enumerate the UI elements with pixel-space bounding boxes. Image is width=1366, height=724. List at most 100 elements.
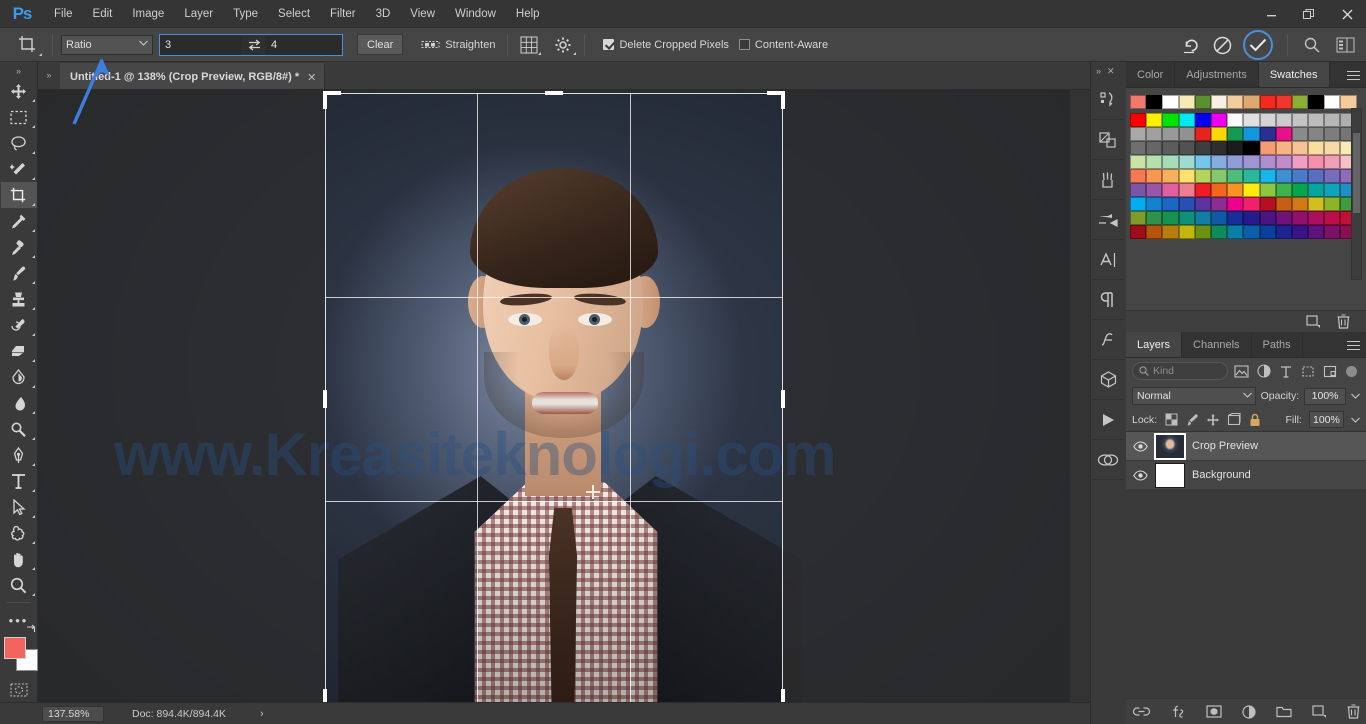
swatch-9-5[interactable] (1210, 225, 1228, 239)
swatch-3-11[interactable] (1308, 141, 1325, 155)
swatch-8-9[interactable] (1275, 211, 1292, 225)
swatch-2-3[interactable] (1178, 127, 1195, 141)
crop-selection-box[interactable] (323, 91, 785, 702)
swatch-2-0[interactable] (1130, 127, 1147, 141)
swatch-9-4[interactable] (1194, 225, 1211, 239)
swatch-2-5[interactable] (1210, 127, 1228, 141)
document-tab[interactable]: Untitled-1 @ 138% (Crop Preview, RGB/8#)… (60, 63, 326, 89)
rail-paragraph-button[interactable] (1091, 280, 1125, 320)
new-group-icon[interactable] (1275, 705, 1292, 718)
clear-ratio-button[interactable]: Clear (357, 34, 404, 55)
swatch-6-4[interactable] (1194, 183, 1211, 197)
rail-styles-button[interactable] (1091, 160, 1125, 200)
swatch-recent-3[interactable] (1178, 95, 1195, 109)
swatch-2-2[interactable] (1162, 127, 1179, 141)
swatch-5-1[interactable] (1146, 169, 1163, 183)
status-expand-icon[interactable]: › (260, 708, 264, 720)
swatch-recent-11[interactable] (1308, 95, 1325, 109)
crop-handle-left-middle[interactable] (323, 390, 327, 408)
commit-crop-button[interactable] (1243, 30, 1273, 60)
layers-panel-menu-button[interactable] (1340, 332, 1366, 358)
swatch-1-4[interactable] (1194, 113, 1211, 127)
swatch-4-9[interactable] (1275, 155, 1292, 169)
swatch-8-0[interactable] (1130, 211, 1147, 225)
swatch-5-2[interactable] (1162, 169, 1179, 183)
swatch-3-10[interactable] (1291, 141, 1309, 155)
swatch-9-8[interactable] (1259, 225, 1276, 239)
swatch-1-10[interactable] (1291, 113, 1309, 127)
swatch-1-2[interactable] (1162, 113, 1179, 127)
tool-clone-stamp[interactable] (1, 286, 37, 312)
swatch-9-3[interactable] (1178, 225, 1195, 239)
swatch-1-12[interactable] (1324, 113, 1341, 127)
content-aware-checkbox[interactable] (738, 39, 750, 50)
swatch-5-4[interactable] (1194, 169, 1211, 183)
swatch-4-7[interactable] (1243, 155, 1260, 169)
filter-smart-object-icon[interactable] (1321, 363, 1338, 380)
active-tool-crop-icon[interactable] (10, 31, 44, 59)
lock-all-icon[interactable] (1248, 411, 1262, 428)
swatch-4-3[interactable] (1178, 155, 1195, 169)
swatch-5-11[interactable] (1308, 169, 1325, 183)
swatch-8-10[interactable] (1291, 211, 1309, 225)
tab-swatches[interactable]: Swatches (1258, 62, 1330, 87)
swatch-9-2[interactable] (1162, 225, 1179, 239)
crop-handle-bottom-left-v[interactable] (323, 689, 327, 702)
swatch-2-7[interactable] (1243, 127, 1260, 141)
rail-character-button[interactable] (1091, 240, 1125, 280)
tool-spot-healing-brush[interactable] (1, 234, 37, 260)
swatch-3-5[interactable] (1210, 141, 1228, 155)
tool-rectangular-marquee[interactable] (1, 104, 37, 130)
rail-adjustments-button[interactable] (1091, 120, 1125, 160)
swatch-3-1[interactable] (1146, 141, 1163, 155)
tab-layers[interactable]: Layers (1126, 332, 1183, 357)
tool-move[interactable] (1, 78, 37, 104)
swatch-4-4[interactable] (1194, 155, 1211, 169)
close-button[interactable] (1328, 0, 1366, 28)
swatch-4-6[interactable] (1227, 155, 1244, 169)
lock-transparent-icon[interactable] (1164, 411, 1178, 428)
swatch-6-7[interactable] (1243, 183, 1260, 197)
swatch-recent-6[interactable] (1227, 95, 1244, 109)
opacity-value-field[interactable]: 100% (1304, 387, 1346, 405)
swatch-1-11[interactable] (1308, 113, 1325, 127)
swatch-6-11[interactable] (1308, 183, 1325, 197)
crop-handle-bottom-right-v[interactable] (781, 689, 785, 702)
crop-handle-top-left-v[interactable] (323, 91, 327, 109)
swatch-5-5[interactable] (1210, 169, 1228, 183)
delete-cropped-pixels-checkbox[interactable] (603, 39, 615, 50)
swatch-1-0[interactable] (1130, 113, 1147, 127)
swatch-recent-9[interactable] (1275, 95, 1292, 109)
swatch-6-2[interactable] (1162, 183, 1179, 197)
swatch-6-3[interactable] (1178, 183, 1195, 197)
canvas-area[interactable]: www.Kreasiteknologi.com (38, 90, 1090, 702)
swatch-5-7[interactable] (1243, 169, 1260, 183)
menu-edit[interactable]: Edit (83, 0, 123, 28)
swatch-2-1[interactable] (1146, 127, 1163, 141)
zoom-level-field[interactable]: 137.58% (42, 705, 104, 722)
swatch-5-6[interactable] (1227, 169, 1244, 183)
filter-adjustment-icon[interactable] (1255, 363, 1272, 380)
swatch-6-1[interactable] (1146, 183, 1163, 197)
layer-filter-kind-select[interactable]: Kind (1132, 362, 1228, 380)
swatch-2-10[interactable] (1291, 127, 1309, 141)
swatch-5-10[interactable] (1291, 169, 1309, 183)
swatch-7-0[interactable] (1130, 197, 1147, 211)
reset-crop-button[interactable] (1177, 33, 1207, 57)
swatches-grid[interactable] (1126, 113, 1366, 239)
swatch-9-1[interactable] (1146, 225, 1163, 239)
crop-ratio-mode-select[interactable]: Ratio (61, 34, 153, 55)
swatch-6-9[interactable] (1275, 183, 1292, 197)
swatch-1-9[interactable] (1275, 113, 1292, 127)
swatch-7-5[interactable] (1210, 197, 1228, 211)
swatch-9-6[interactable] (1227, 225, 1244, 239)
swatch-2-9[interactable] (1275, 127, 1292, 141)
fill-value-field[interactable]: 100% (1308, 411, 1344, 428)
straighten-button[interactable] (417, 33, 443, 57)
lock-position-icon[interactable] (1206, 411, 1220, 428)
swatch-7-4[interactable] (1194, 197, 1211, 211)
tool-lasso[interactable] (1, 130, 37, 156)
tool-zoom[interactable] (1, 572, 37, 598)
swatch-7-3[interactable] (1178, 197, 1195, 211)
swatch-5-0[interactable] (1130, 169, 1147, 183)
